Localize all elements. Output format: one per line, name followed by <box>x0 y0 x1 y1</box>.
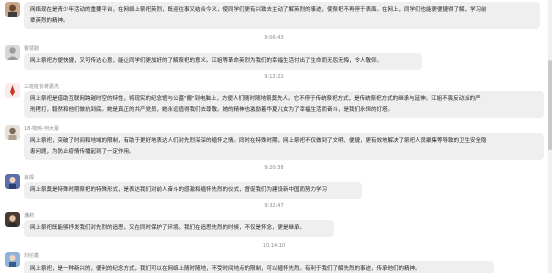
message-bubble: 网上祭祀是借助互联网跨越时空的特性，将现实的纪念馆与公墓"搬"到电脑上，方便人们… <box>24 91 544 118</box>
message-line: 网上祭祀方便快捷，又可传达心意，能让同学们更加好的了解祭祀的意义。江姐等革命英烈… <box>30 58 383 64</box>
message-bubble: 网上祭祀，是一种新兴的，便利的纪念方式，我们可以在网络上随时随地，不受时间地点的… <box>24 261 494 273</box>
avatar[interactable] <box>5 45 20 60</box>
timestamp: 10:14:10 <box>262 243 286 249</box>
sender-name: 潘莉 <box>24 213 35 219</box>
avatar[interactable] <box>5 252 20 267</box>
message-line: 患问题，为防止疫情传播起到了一定作用。 <box>30 148 135 155</box>
avatar[interactable] <box>5 83 20 98</box>
message-line: 网上祭祀是借助互联网跨越时空的特性，将现实的纪念馆与公墓"搬"到电脑上，方便人们… <box>30 96 481 102</box>
message-bubble: 网上祭奠是特殊时期祭祀的特殊形式，是表达我们对前人奋斗的感激和缅怀先烈的仪式，督… <box>24 182 362 199</box>
timestamp: 9:06:43 <box>264 35 284 41</box>
timestamp: 9:12:22 <box>264 74 284 80</box>
scrollbar[interactable] <box>548 0 552 273</box>
avatar[interactable] <box>5 2 20 17</box>
avatar[interactable] <box>5 212 20 227</box>
message-line: 网上祭祀，是一种新兴的，便利的纪念方式，我们可以在网络上随时随地，不受时间地点的… <box>30 266 421 272</box>
message-line: 网上祭祀，突破了时间和地域的限制，有助于更好地表达人们对先烈深深的缅怀之情。同时… <box>30 138 487 144</box>
sender-name: 18-物热-何大豪 <box>24 126 59 132</box>
timestamp: 9:20:38 <box>264 165 284 171</box>
message-bubble: 网上祭祀既能够抒发我们对先烈的追思，又在同时保护了环境。我们在追思先烈的时候，不… <box>24 220 334 237</box>
message-bubble: 网上祭祀，突破了时间和地域的限制，有助于更好地表达人们对先烈深深的缅怀之情。同时… <box>24 133 544 160</box>
avatar[interactable] <box>5 174 20 189</box>
message-bubble: 网上祭祀方便快捷，又可传达心意，能让同学们更加好的了解祭祀的意义。江姐等革命英烈… <box>24 53 422 70</box>
chat-history: 网络现在是青少年活动的重要平台，在网络上祭祀英烈，既迎往事又结合今义，使同学们更… <box>0 0 548 273</box>
sender-name: 曹慧勤 <box>24 46 40 52</box>
sender-name: 肖琛 <box>24 175 35 181</box>
message-line: 网络现在是青少年活动的重要平台，在网络上祭祀英烈，既迎往事又结合今义，使同学们更… <box>30 7 487 13</box>
message-line: 网上祭祀既能够抒发我们对先烈的追思，又在同时保护了环境。我们在追思先烈的时候，不… <box>30 225 306 231</box>
message-line: 刑拷打，毅然和他们做抗到底。她是真正的共产党员，她永远值得我们去尊敬。她的精神也… <box>30 106 394 113</box>
message-bubble: 网络现在是青少年活动的重要平台，在网络上祭祀英烈，既迎往事又结合今义，使同学们更… <box>24 2 540 29</box>
scrollbar-thumb[interactable] <box>548 60 552 150</box>
message-line: 网上祭奠是特殊时期祭祀的特殊形式，是表达我们对前人奋斗的感激和缅怀先烈的仪式，督… <box>30 187 328 193</box>
sender-name: 刘伦鑫 <box>24 253 40 259</box>
timestamp: 9:32:47 <box>264 203 284 209</box>
sender-name: 三班班长蒋嘉杰 <box>24 84 60 90</box>
avatar[interactable] <box>5 125 20 140</box>
message-line: 辈英烈的精神。 <box>30 17 69 24</box>
